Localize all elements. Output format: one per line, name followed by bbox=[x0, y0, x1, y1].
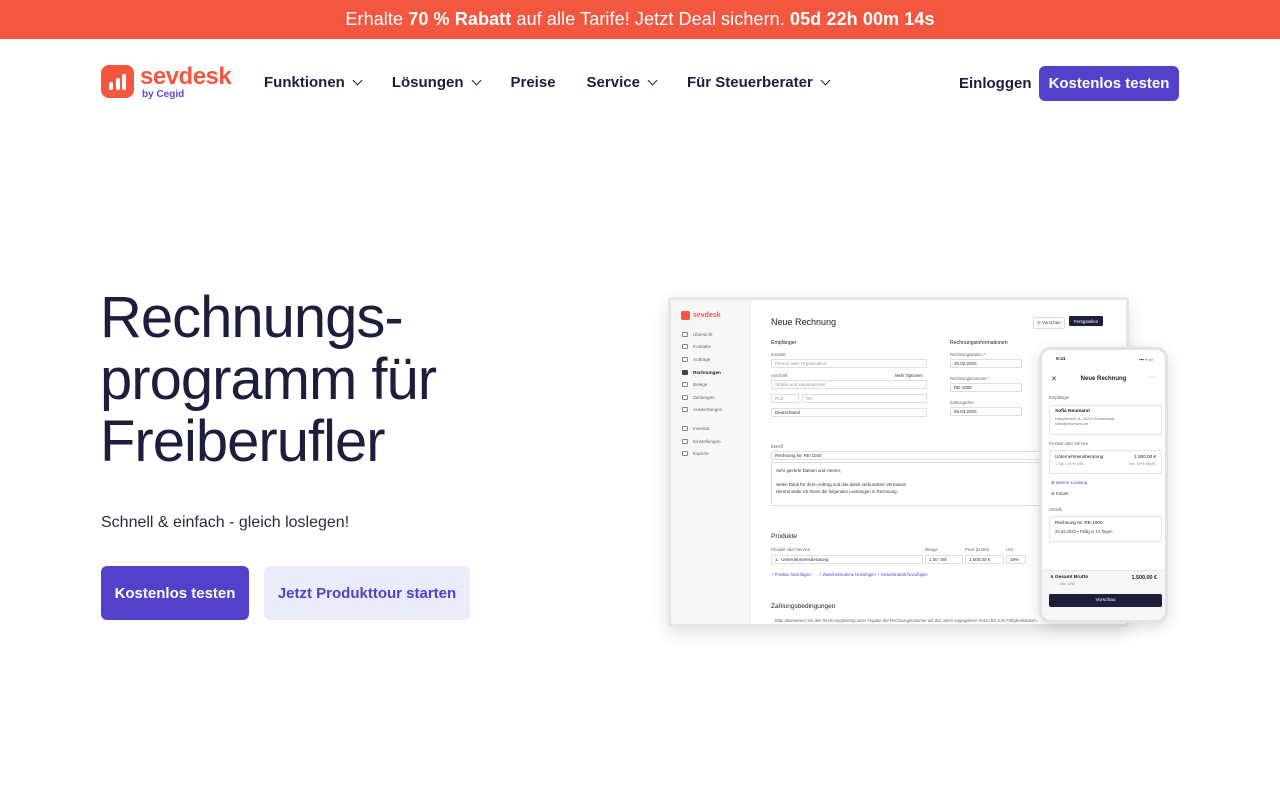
invoice-icon bbox=[682, 369, 688, 375]
mock-sidebar-item: Kontakte bbox=[682, 341, 722, 354]
export-icon bbox=[682, 451, 688, 457]
mock-logo-text: sevdesk bbox=[693, 312, 721, 319]
phone-recipient-card: Sofia Neumann Hauptstraße 11, 10243 Must… bbox=[1049, 405, 1162, 435]
settings-icon bbox=[682, 438, 688, 444]
promo-highlight: 70 % Rabatt bbox=[408, 9, 512, 29]
promo-countdown: 05d 22h 00m 14s bbox=[790, 9, 935, 29]
chevron-down-icon bbox=[471, 75, 481, 86]
mock-sidebar-item: Inventar bbox=[682, 422, 722, 435]
chevron-down-icon bbox=[820, 75, 831, 86]
phone-product-card: Unternehmensberatung 1.500,00 € 1 Stk • 1… bbox=[1049, 450, 1162, 474]
hero-subtitle: Schnell & einfach - gleich loslegen! bbox=[101, 514, 350, 531]
promo-banner[interactable]: Erhalte 70 % Rabatt auf alle Tarife! Jet… bbox=[0, 0, 1280, 39]
mock-sidebar-item: Einstellungen bbox=[682, 435, 722, 448]
nav-item-preise[interactable]: Preise bbox=[511, 74, 556, 91]
mock-body-text: Sehr geehrte Damen und Herren, vielen Da… bbox=[771, 462, 1051, 506]
phone-title: Neue Rechnung bbox=[1080, 376, 1127, 382]
brand-sub: by Cegid bbox=[142, 89, 185, 100]
payments-icon bbox=[682, 394, 688, 400]
mock-title: Neue Rechnung bbox=[771, 317, 837, 327]
home-icon bbox=[682, 331, 688, 337]
receipt-icon bbox=[682, 382, 688, 388]
chevron-down-icon bbox=[352, 75, 363, 86]
reports-icon bbox=[682, 407, 688, 413]
mock-products-heading: Produkte bbox=[771, 533, 798, 540]
mock-recipient-heading: Empfänger bbox=[771, 340, 797, 346]
mock-sidebar-item: Auswertungen bbox=[682, 404, 722, 417]
main-nav: sevdesk by Cegid Funktionen Lösungen Pre… bbox=[0, 39, 1280, 127]
brand-name: sevdesk bbox=[140, 63, 232, 90]
promo-middle: auf alle Tarife! Jetzt Deal sichern. bbox=[516, 9, 785, 29]
nav-item-funktionen[interactable]: Funktionen bbox=[264, 74, 363, 91]
promo-prefix: Erhalte bbox=[345, 9, 404, 29]
mock-invoice-info-heading: Rechnungsinformationen bbox=[950, 340, 1008, 346]
hero-trial-button[interactable]: Kostenlos testen bbox=[101, 566, 249, 620]
nav-item-loesungen[interactable]: Lösungen bbox=[392, 74, 481, 91]
nav-item-steuerberater[interactable]: Für Steuerberater bbox=[687, 74, 831, 91]
product-tour-button[interactable]: Jetzt Produkttour starten bbox=[264, 566, 470, 620]
sevdesk-logo-icon bbox=[681, 311, 690, 320]
mock-sidebar-item: Übersicht bbox=[682, 328, 722, 341]
hero-title: Rechnungs- programm für Freiberufler bbox=[100, 285, 437, 474]
orders-icon bbox=[682, 356, 688, 362]
mock-sidebar-item: Aufträge bbox=[682, 353, 722, 366]
contacts-icon bbox=[682, 344, 688, 350]
phone-preview-button: Vorschau bbox=[1049, 594, 1162, 607]
chevron-down-icon bbox=[647, 75, 658, 86]
mock-sidebar-item: Belege bbox=[682, 378, 722, 391]
sevdesk-logo-icon bbox=[101, 65, 134, 98]
mock-sidebar-item: Rechnungen bbox=[682, 366, 722, 379]
brand-logo[interactable]: sevdesk by Cegid bbox=[101, 63, 232, 100]
mock-sidebar: sevdesk Übersicht Kontakte Aufträge Rech… bbox=[671, 300, 751, 624]
mock-save-button: Fertigstellen bbox=[1069, 316, 1103, 326]
mock-payment-heading: Zahlungsbedingungen bbox=[771, 603, 836, 610]
mock-sidebar-item: Exporte bbox=[682, 447, 722, 460]
nav-item-service[interactable]: Service bbox=[587, 74, 658, 91]
login-link[interactable]: Einloggen bbox=[959, 75, 1032, 92]
app-screenshot-phone: 9:41 ▪▪▪ ≈ ▭ ✕ Neue Rechnung ··· Empfäng… bbox=[1039, 347, 1168, 623]
more-icon: ··· bbox=[1149, 374, 1155, 380]
inventory-icon bbox=[682, 425, 688, 431]
phone-time: 9:41 bbox=[1056, 357, 1066, 362]
nav-menu: Funktionen Lösungen Preise Service Für S… bbox=[264, 74, 860, 91]
phone-invoice-card: Rechnung Nr. RE-1000 20.02.2020 • Fällig… bbox=[1049, 516, 1162, 542]
nav-trial-button[interactable]: Kostenlos testen bbox=[1039, 66, 1179, 101]
mock-sidebar-item: Zahlungen bbox=[682, 391, 722, 404]
phone-signal-icon: ▪▪▪ ≈ ▭ bbox=[1138, 357, 1153, 362]
mock-preview-button: ⊙ Vorschau bbox=[1033, 317, 1065, 329]
